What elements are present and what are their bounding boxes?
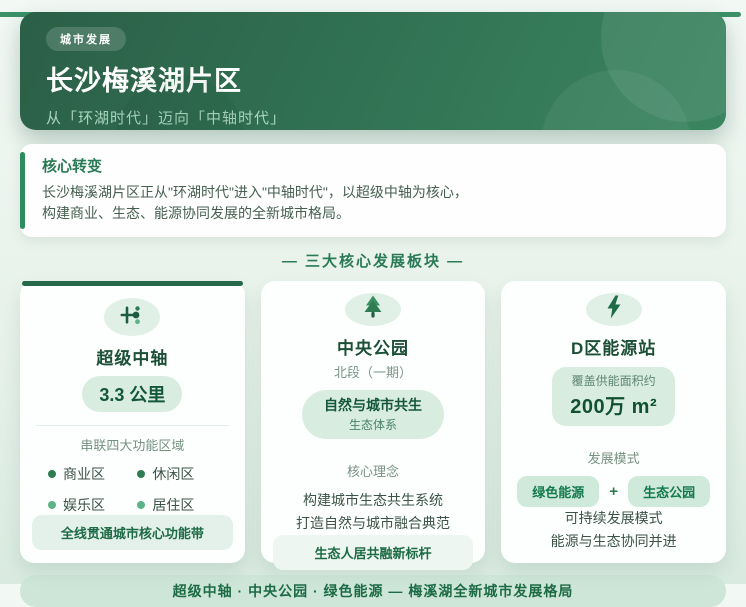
- tag-eco-park: 生态公园: [628, 476, 711, 507]
- eco-pill-line1: 自然与城市共生: [324, 397, 422, 413]
- card-footer-pill: 全线贯通城市核心功能带: [32, 515, 233, 550]
- bullet-dot-icon: [48, 501, 56, 509]
- eco-pill-line2: 生态体系: [348, 418, 397, 432]
- zone-item: 娱乐区: [48, 495, 137, 515]
- bolt-icon: [600, 293, 628, 326]
- card-title: D区能源站: [571, 339, 657, 358]
- zone-item: 居住区: [137, 495, 226, 515]
- icon-circle: [345, 293, 401, 326]
- zones-label: 串联四大功能区域: [80, 438, 185, 453]
- mode-label: 发展模式: [587, 451, 640, 466]
- concept-lines: 构建城市生态共生系统 打造自然与城市融合典范: [273, 489, 474, 535]
- card-top-bar: [22, 281, 243, 287]
- card-super-axis: 超级中轴 3.3 公里 串联四大功能区域 商业区 休闲区 娱乐区 居住区 全线贯…: [20, 281, 245, 563]
- zone-item: 休闲区: [137, 464, 226, 484]
- zone-label: 商业区: [63, 466, 105, 482]
- zones-grid: 商业区 休闲区 娱乐区 居住区: [32, 464, 233, 515]
- zone-label: 娱乐区: [63, 497, 105, 513]
- core-transformation-card: 核心转变 长沙梅溪湖片区正从"环湖时代"进入"中轴时代"，以超级中轴为核心， 构…: [20, 144, 726, 237]
- card-title: 超级中轴: [96, 349, 169, 369]
- concept-label: 核心理念: [347, 464, 400, 479]
- card-energy-station: D区能源站 覆盖供能面积约 200万 m² 发展模式 绿色能源 + 生态公园 可…: [501, 281, 727, 563]
- mode-line2: 能源与生态协同并进: [550, 533, 677, 549]
- axis-icon: [118, 301, 146, 334]
- bullet-dot-icon: [48, 470, 56, 478]
- left-accent-bar: [20, 152, 25, 229]
- area-pill-line1: 覆盖供能面积约: [571, 374, 656, 388]
- category-badge: 城市发展: [46, 27, 126, 51]
- concept-line2: 打造自然与城市融合典范: [296, 515, 450, 531]
- card-subtitle: 北段（一期）: [334, 365, 413, 380]
- area-pill-line2: 200万 m²: [570, 396, 658, 418]
- section-heading: — 三大核心发展板块 —: [281, 253, 465, 270]
- zone-label: 居住区: [152, 497, 195, 513]
- stat-pill: 3.3 公里: [82, 376, 183, 413]
- plus-sign: +: [609, 483, 619, 500]
- footer-summary-bar: 超级中轴 · 中央公园 · 绿色能源 — 梅溪湖全新城市发展格局: [20, 575, 726, 607]
- transformation-text-line2: 构建商业、生态、能源协同发展的全新城市格局。: [42, 205, 350, 221]
- mode-lines: 可持续发展模式 能源与生态协同并进: [513, 507, 714, 559]
- transformation-title: 核心转变: [42, 158, 103, 175]
- header-banner: 城市发展 长沙梅溪湖片区 从「环湖时代」迈向「中轴时代」: [20, 12, 726, 130]
- icon-circle: [104, 298, 161, 337]
- concept-line1: 构建城市生态共生系统: [303, 492, 443, 508]
- eco-pill: 自然与城市共生 生态体系: [302, 390, 444, 439]
- tag-green-energy: 绿色能源: [517, 476, 600, 507]
- divider: [36, 425, 229, 426]
- zone-item: 商业区: [48, 464, 137, 484]
- mode-tags-row: 绿色能源 + 生态公园: [513, 476, 714, 507]
- card-footer-pill: 生态人居共融新标杆: [272, 535, 474, 570]
- mode-line1: 可持续发展模式: [564, 510, 663, 526]
- zone-label: 休闲区: [152, 466, 195, 482]
- card-title: 中央公园: [337, 339, 409, 358]
- transformation-text-line1: 长沙梅溪湖片区正从"环湖时代"进入"中轴时代"，以超级中轴为核心，: [42, 184, 468, 200]
- development-cards-row: 超级中轴 3.3 公里 串联四大功能区域 商业区 休闲区 娱乐区 居住区 全线贯…: [20, 281, 727, 570]
- tree-icon: [359, 293, 387, 326]
- card-central-park: 中央公园 北段（一期） 自然与城市共生 生态体系 核心理念 构建城市生态共生系统…: [260, 281, 486, 570]
- page-container: 城市发展 长沙梅溪湖片区 从「环湖时代」迈向「中轴时代」 核心转变 长沙梅溪湖片…: [0, 12, 746, 607]
- bullet-dot-icon: [137, 501, 146, 509]
- icon-circle: [585, 293, 642, 326]
- area-pill: 覆盖供能面积约 200万 m²: [552, 367, 676, 426]
- bullet-dot-icon: [137, 470, 146, 478]
